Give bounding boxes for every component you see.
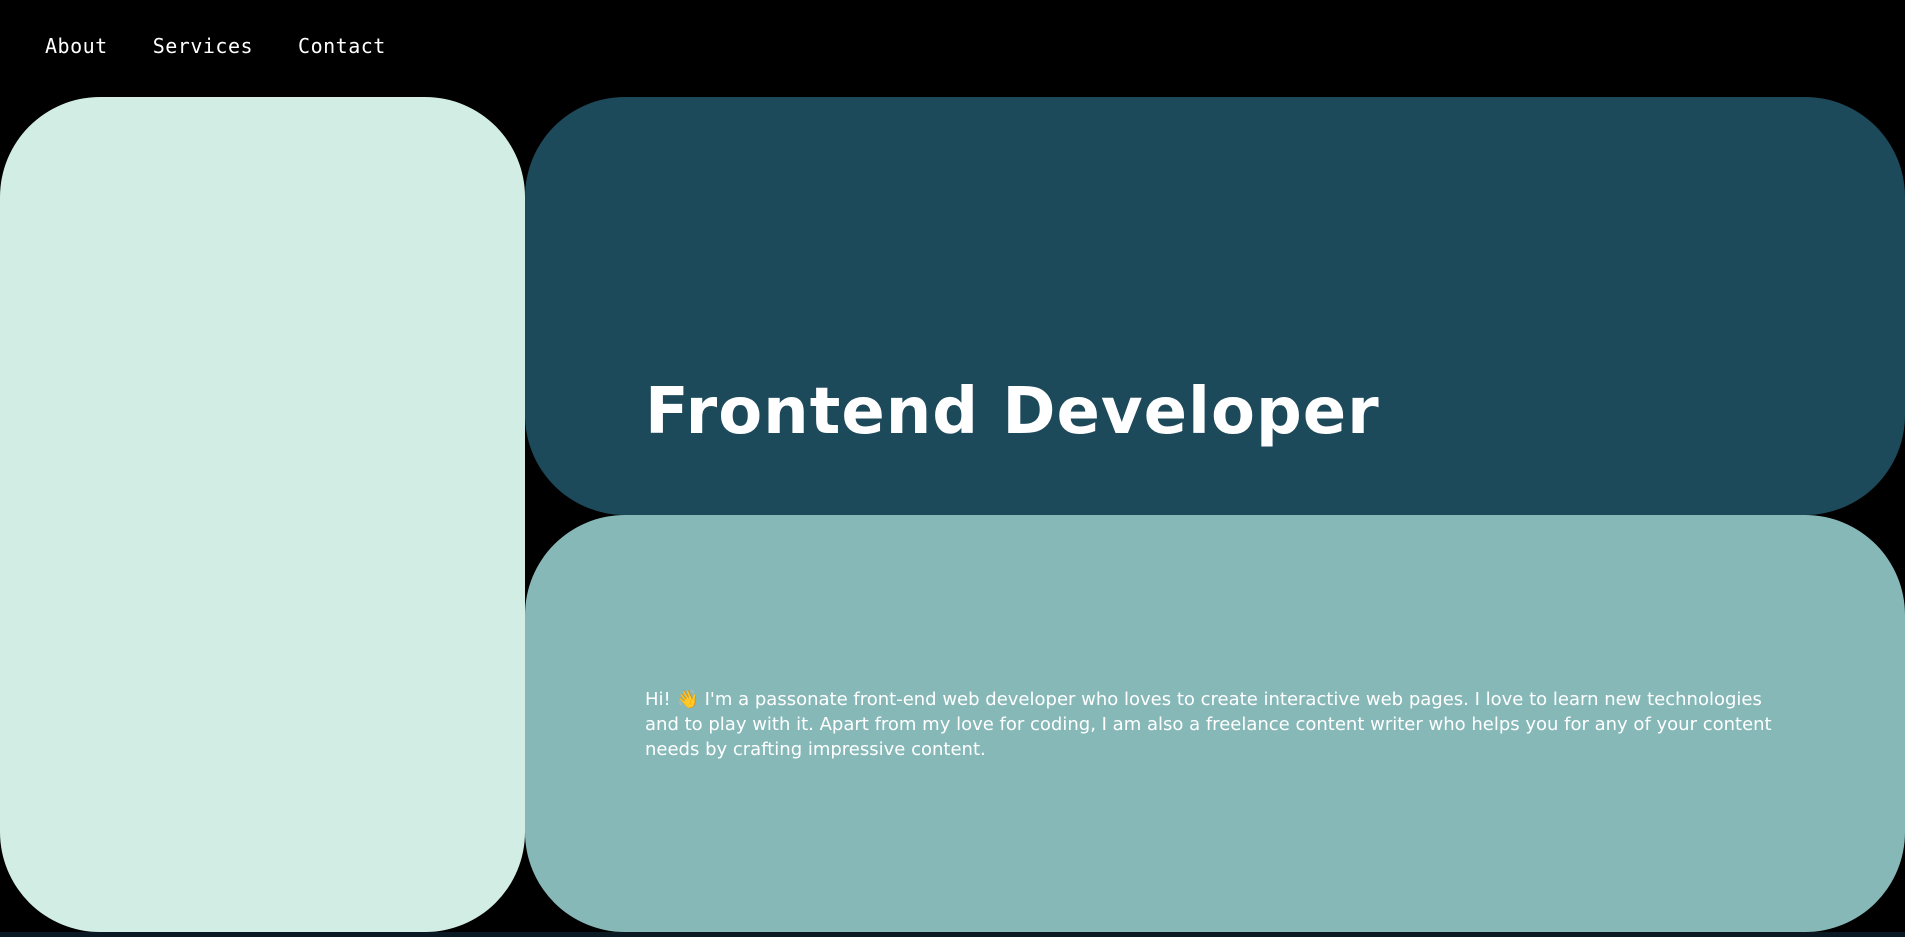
- left-image-panel: [0, 97, 525, 932]
- intro-panel: Hi! 👋 I'm a passonate front-end web deve…: [525, 515, 1905, 932]
- title-panel: Frontend Developer: [525, 97, 1905, 515]
- nav-link-about[interactable]: About: [45, 34, 108, 58]
- top-nav: About Services Contact: [45, 34, 386, 58]
- nav-link-services[interactable]: Services: [153, 34, 253, 58]
- bottom-edge: [0, 932, 1905, 937]
- page-title: Frontend Developer: [645, 375, 1380, 449]
- page: About Services Contact Frontend Develope…: [0, 0, 1905, 937]
- intro-text: Hi! 👋 I'm a passonate front-end web deve…: [645, 689, 1772, 760]
- nav-link-contact[interactable]: Contact: [298, 34, 386, 58]
